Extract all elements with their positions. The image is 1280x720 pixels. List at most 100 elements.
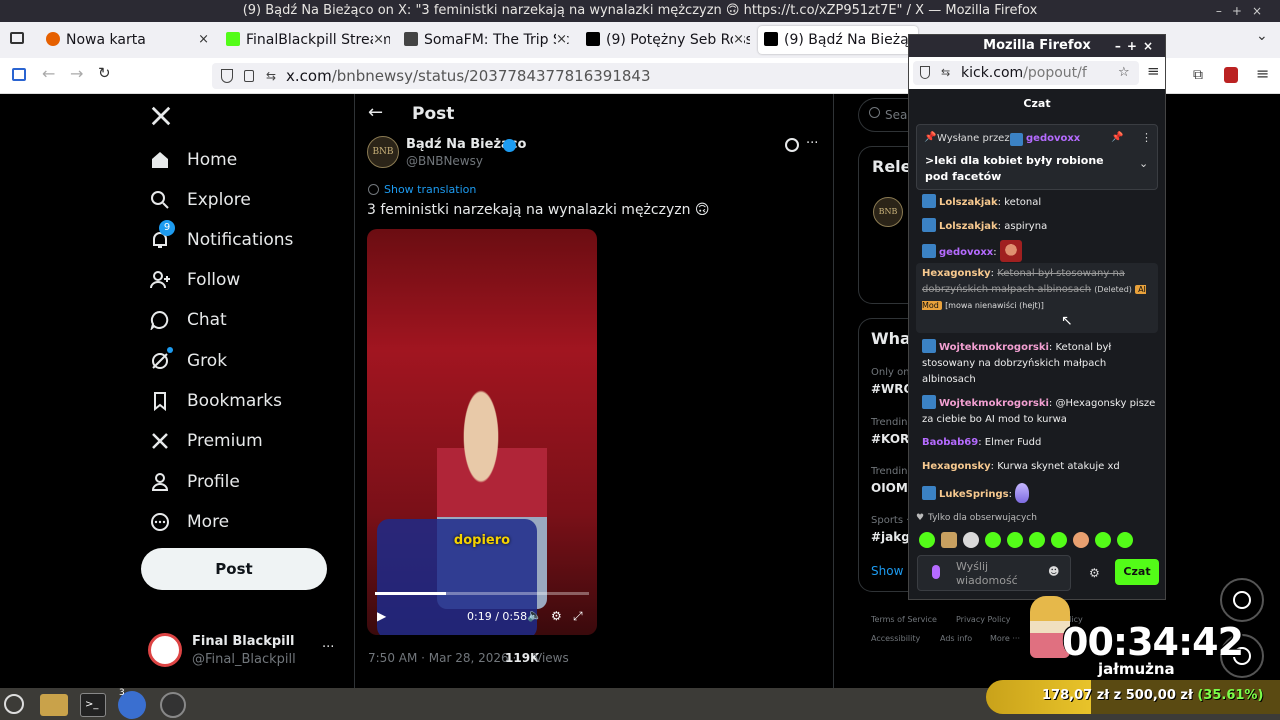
volume-icon[interactable]: 🔈 [527,608,542,622]
window-controls[interactable]: –+× [1216,0,1272,22]
video-progress-track[interactable] [375,592,589,595]
chevron-down-icon[interactable]: ⌄ [1139,157,1148,170]
chat-message: LukeSprings: [922,483,1158,503]
emote-bar [919,532,1149,548]
url-bar[interactable]: ⇆ x.com/bnbnewsy/status/2037784377816391… [212,63,912,89]
chat-input[interactable]: Wyślij wiadomość ☻ [917,555,1071,591]
emote-7-icon[interactable] [1051,532,1067,548]
author-avatar[interactable]: BNB [367,136,399,168]
search-icon [151,191,169,209]
footer-link[interactable]: Terms of Service [871,615,937,624]
chat-username[interactable]: Lolszakjak [939,221,998,232]
microphone-icon[interactable] [932,565,940,579]
emote-3-icon[interactable] [963,532,979,548]
tab-overflow-chevron-icon[interactable]: ⌄ [1256,28,1268,44]
show-translation-link[interactable]: Show translation [384,183,476,196]
translate-icon[interactable] [368,184,379,195]
file-manager-icon[interactable] [40,694,68,716]
tab-1[interactable]: Nowa karta × [40,26,215,54]
trend-tag[interactable]: #KOR [871,432,909,446]
chat-message: Baobab69: Elmer Fudd [922,437,1042,448]
footer-link[interactable]: Privacy Policy [956,615,1011,624]
emote-1-icon[interactable] [919,532,935,548]
settings-gear-icon[interactable]: ⚙ [551,609,562,623]
emote-2-icon[interactable] [941,532,957,548]
deleted-label: (Deleted) [1094,285,1132,294]
more-icon[interactable]: ··· [322,640,334,655]
fullscreen-icon[interactable]: ⤢ [573,609,583,624]
nav-label: Profile [187,472,240,492]
start-menu-icon[interactable] [4,694,24,714]
close-icon[interactable]: × [556,26,567,54]
x-logo-icon[interactable] [150,105,172,127]
post-button[interactable]: Post [141,548,327,590]
shield-icon[interactable] [920,66,930,79]
account-switcher[interactable]: Final Blackpill @Final_Blackpill ··· [148,630,343,670]
chat-username[interactable]: LukeSprings [939,489,1009,500]
forward-icon[interactable]: → [70,64,83,83]
trend-meta: Trendin [871,466,908,477]
reload-icon[interactable]: ↻ [98,64,111,82]
shield-icon[interactable] [221,69,233,83]
more-icon[interactable]: ··· [806,136,818,151]
pinned-message[interactable]: 📌 Wysłane przez gedovoxx 📌 ⋮ >leki dla k… [916,124,1158,190]
footer-link[interactable]: Ads info [940,634,972,643]
account-name: Final Blackpill [192,634,295,649]
grok-icon[interactable] [785,138,799,152]
permissions-icon[interactable]: ⇆ [941,61,950,85]
tab-3[interactable]: SomaFM: The Trip Sc × [398,26,573,54]
tab-2[interactable]: FinalBlackpill Stream × [220,26,390,54]
back-arrow-icon[interactable]: ← [368,102,383,123]
tab-list-icon[interactable] [10,32,24,44]
video-player[interactable]: dopiero ▶ 0:19 / 0:58 🔈 ⚙ ⤢ [367,229,597,635]
sidebar-icon[interactable] [12,68,26,81]
emote-4-icon[interactable] [985,532,1001,548]
pinned-by-user[interactable]: gedovoxx [1026,133,1080,144]
ublock-icon[interactable] [1224,67,1238,83]
terminal-icon[interactable]: >_ [80,693,106,717]
extension-icon[interactable]: ⧉ [1193,67,1203,83]
permissions-icon[interactable]: ⇆ [266,63,276,89]
goal-sep: z [1113,688,1122,703]
close-icon[interactable]: × [198,26,209,54]
chat-username[interactable]: Wojtekmokrogorski [939,398,1049,409]
chat-username[interactable]: Wojtekmokrogorski [939,342,1049,353]
emoji-icon[interactable]: ☻ [1048,565,1059,578]
chat-username[interactable]: Hexagonsky [922,461,991,472]
emote-5-icon[interactable] [1007,532,1023,548]
back-icon[interactable]: ← [42,64,55,83]
emote-9-icon[interactable] [1095,532,1111,548]
chat-username[interactable]: Lolszakjak [939,197,998,208]
close-icon[interactable]: × [373,26,384,54]
author-handle[interactable]: @BNBNewsy [406,154,483,168]
post-timestamp[interactable]: 7:50 AM · Mar 28, 2026 · [368,651,516,665]
chat-username[interactable]: gedovoxx [939,247,993,258]
play-icon[interactable]: ▶ [377,609,386,623]
footer-link[interactable]: More ··· [990,634,1020,643]
trend-tag[interactable]: OIOM [871,481,908,495]
obs-icon[interactable] [160,692,186,718]
emote-8-icon[interactable] [1073,532,1089,548]
emote-10-icon[interactable] [1117,532,1133,548]
kebab-menu-icon[interactable]: ⋮ [1141,131,1152,144]
chat-username[interactable]: Hexagonsky [922,268,991,279]
popup-url-box[interactable]: ⇆ kick.com/popout/f ☆ [913,61,1139,85]
chat-settings-gear-icon[interactable]: ⚙ [1089,566,1100,580]
menu-icon[interactable]: ≡ [1256,64,1269,83]
tab-label: (9) Bądź Na Bieżąco [784,32,918,48]
trend-tag[interactable]: #jakg [871,530,910,544]
close-icon[interactable]: × [733,26,744,54]
overlay-grok-button[interactable] [1220,578,1264,622]
author-avatar[interactable]: BNB [873,197,903,227]
tab-4[interactable]: (9) Potężny Seb Ross × [580,26,750,54]
footer-link[interactable]: Accessibility [871,634,920,643]
tab-5-active[interactable]: (9) Bądź Na Bieżąco [758,26,918,54]
send-chat-button[interactable]: Czat [1115,559,1159,585]
menu-icon[interactable]: ≡ [1147,62,1160,80]
unpin-icon[interactable]: 📌 [1111,132,1123,143]
nav-label: Premium [187,431,263,451]
star-icon[interactable]: ☆ [1118,61,1130,85]
emote-6-icon[interactable] [1029,532,1045,548]
chat-username[interactable]: Baobab69 [922,437,978,448]
window-controls[interactable]: –+× [1115,35,1159,57]
